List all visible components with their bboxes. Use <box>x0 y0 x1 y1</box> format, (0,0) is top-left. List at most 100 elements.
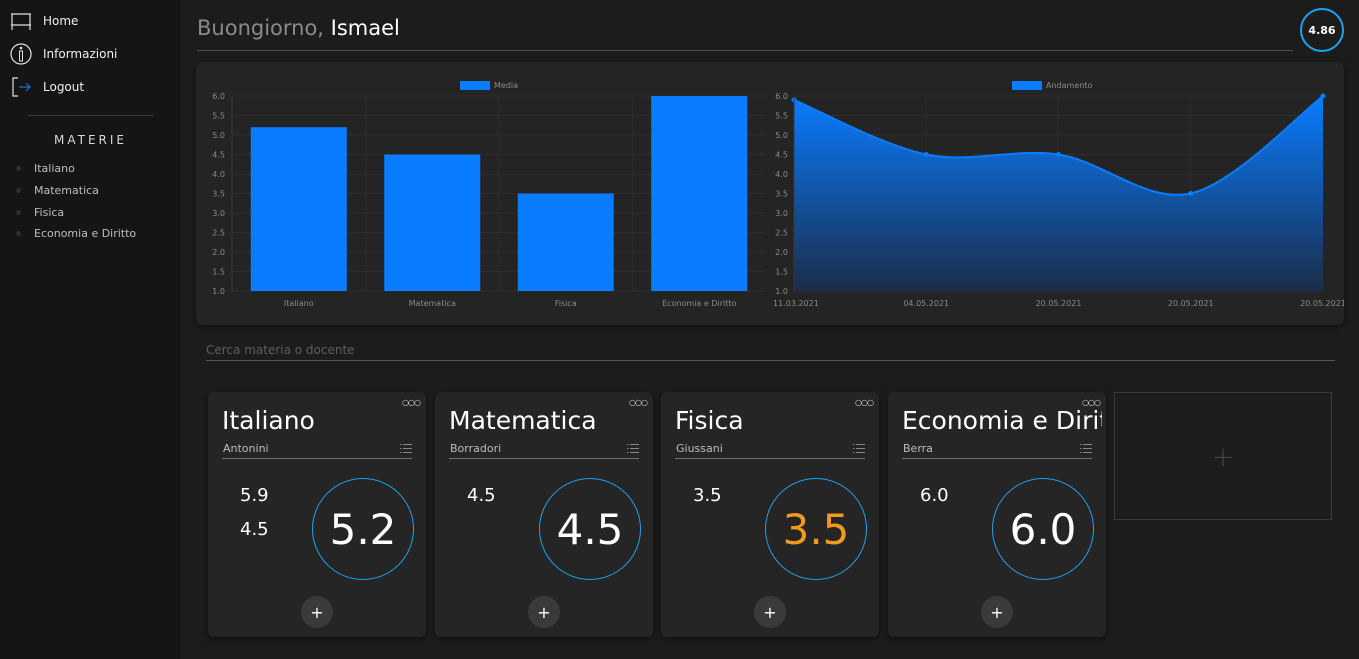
data-point <box>1320 93 1326 99</box>
add-grade-button[interactable]: + <box>528 596 560 628</box>
y-tick-label: 6.0 <box>212 92 225 101</box>
x-tick-label: 20.05.2021 <box>1168 299 1214 308</box>
nav-informazioni[interactable]: Informazioni <box>10 42 117 66</box>
bullet-icon <box>16 166 21 171</box>
subject-card: ○○○ Economia e Diritto Berra 6.0 6.0 + <box>888 392 1106 637</box>
add-grade-button[interactable]: + <box>301 596 333 628</box>
greeting-text: Buongiorno, <box>197 16 324 40</box>
bar <box>384 154 481 291</box>
card-divider <box>449 458 639 459</box>
list-icon[interactable] <box>627 443 639 454</box>
card-subject-name: Economia e Diritto <box>902 406 1102 435</box>
y-tick-label: 1.0 <box>775 287 788 296</box>
data-point <box>1188 191 1194 196</box>
sidebar-subject-economia[interactable]: Economia e Diritto <box>16 227 136 240</box>
plus-icon: + <box>310 602 324 622</box>
list-icon[interactable] <box>1080 443 1092 454</box>
add-subject-button[interactable]: + <box>1114 392 1332 520</box>
sidebar-subject-matematica[interactable]: Matematica <box>16 184 99 197</box>
subject-card: ○○○ Italiano Antonini 5.9 4.5 5.2 + <box>208 392 426 637</box>
y-tick-label: 5.5 <box>212 112 225 121</box>
search-input[interactable] <box>206 340 1335 361</box>
legend-label: Andamento <box>1046 81 1092 90</box>
charts-panel: 1.0 1.5 2.0 2.5 3.0 3.5 4.0 4.5 5.0 5.5 6.0 Italian… <box>196 62 1344 325</box>
y-tick-label: 4.0 <box>775 170 788 179</box>
plus-icon: + <box>990 602 1004 622</box>
card-divider <box>222 458 412 459</box>
legend-swatch <box>1012 81 1042 90</box>
bullet-icon <box>16 231 21 236</box>
card-teacher-name: Giussani <box>676 442 723 455</box>
plus-icon: + <box>1211 439 1235 473</box>
sidebar-section-title: MATERIE <box>53 133 127 147</box>
y-tick-label: 2.5 <box>212 229 225 238</box>
logout-icon <box>10 76 32 98</box>
y-tick-label: 1.0 <box>212 287 225 296</box>
y-tick-label: 2.0 <box>212 248 225 257</box>
plus-icon: + <box>763 602 777 622</box>
subject-card: ○○○ Fisica Giussani 3.5 3.5 + <box>661 392 879 637</box>
sidebar-subject-fisica[interactable]: Fisica <box>16 206 64 219</box>
add-grade-button[interactable]: + <box>981 596 1013 628</box>
y-tick-label: 3.0 <box>775 209 788 218</box>
data-point <box>1056 152 1061 157</box>
nav-logout[interactable]: Logout <box>10 75 84 99</box>
y-tick-label: 3.0 <box>212 209 225 218</box>
sidebar-subject-italiano[interactable]: Italiano <box>16 162 75 175</box>
legend-swatch <box>460 81 490 90</box>
sidebar: Home Informazioni Logout MATERIE Italian… <box>0 0 181 659</box>
user-name: Ismael <box>330 16 400 40</box>
data-point <box>923 152 929 157</box>
sidebar-subject-label: Matematica <box>34 184 99 197</box>
bar <box>651 96 748 291</box>
x-tick-label: Matematica <box>409 299 456 308</box>
y-tick-label: 5.5 <box>775 112 788 121</box>
nav-logout-label: Logout <box>43 80 85 94</box>
grade-value: 4.5 <box>240 519 269 540</box>
nav-informazioni-label: Informazioni <box>43 47 118 61</box>
nav-home-label: Home <box>43 14 79 28</box>
card-average: 3.5 <box>765 478 867 580</box>
card-teacher-name: Antonini <box>223 442 269 455</box>
card-subject-name: Fisica <box>675 406 744 435</box>
grade-value: 5.9 <box>240 485 269 506</box>
y-tick-label: 3.5 <box>212 190 225 199</box>
legend-label: Media <box>494 81 518 90</box>
y-tick-label: 4.5 <box>775 151 788 160</box>
card-subject-name: Italiano <box>222 406 315 435</box>
y-tick-label: 1.5 <box>212 268 225 277</box>
y-tick-label: 4.0 <box>212 170 225 179</box>
card-teacher-name: Berra <box>903 442 933 455</box>
y-tick-label: 2.5 <box>775 229 788 238</box>
plus-icon: + <box>537 602 551 622</box>
nav-home[interactable]: Home <box>10 9 78 33</box>
x-tick-label: Fisica <box>555 299 577 308</box>
x-tick-label: 04.05.2021 <box>903 299 949 308</box>
sidebar-subject-label: Italiano <box>34 162 75 175</box>
title-underline <box>197 50 1293 51</box>
sidebar-divider <box>28 115 154 116</box>
list-icon[interactable] <box>853 443 865 454</box>
x-tick-label: Italiano <box>284 299 314 308</box>
y-tick-label: 5.0 <box>775 131 788 140</box>
card-average: 5.2 <box>312 478 414 580</box>
grade-value: 4.5 <box>467 485 496 506</box>
card-subject-name: Matematica <box>449 406 597 435</box>
y-tick-label: 6.0 <box>775 92 788 101</box>
y-tick-label: 3.5 <box>775 190 788 199</box>
page-title: Buongiorno, Ismael <box>197 16 400 40</box>
subject-card: ○○○ Matematica Borradori 4.5 4.5 + <box>435 392 653 637</box>
bullet-icon <box>16 210 21 215</box>
sidebar-subject-label: Economia e Diritto <box>34 227 137 240</box>
bullet-icon <box>16 188 21 193</box>
card-divider <box>675 458 865 459</box>
list-icon[interactable] <box>400 443 412 454</box>
sidebar-subject-label: Fisica <box>34 206 65 219</box>
home-icon <box>10 10 32 32</box>
card-average: 6.0 <box>992 478 1094 580</box>
grade-value: 3.5 <box>693 485 722 506</box>
info-icon <box>10 43 32 65</box>
x-tick-label: Economia e Diritto <box>662 299 736 308</box>
overall-average-badge: 4.86 <box>1300 8 1344 52</box>
add-grade-button[interactable]: + <box>754 596 786 628</box>
